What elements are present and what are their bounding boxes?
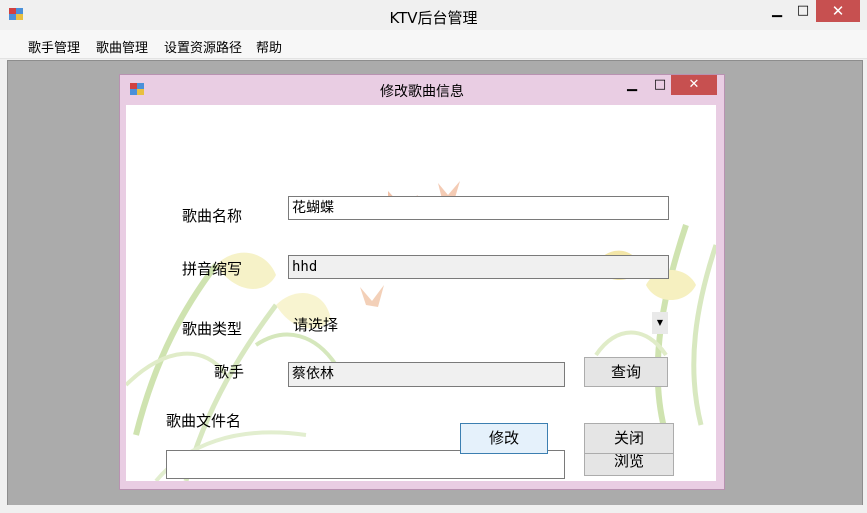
menu-help[interactable]: 帮助 bbox=[256, 37, 282, 56]
singer-input[interactable]: 蔡依林 bbox=[288, 362, 565, 387]
menu-resource-path[interactable]: 设置资源路径 bbox=[164, 37, 242, 56]
song-name-label: 歌曲名称 bbox=[182, 207, 243, 225]
pinyin-label: 拼音缩写 bbox=[182, 260, 243, 278]
chevron-down-icon[interactable]: ▼ bbox=[652, 312, 668, 334]
dialog-minimize-button[interactable]: ▁ bbox=[620, 75, 644, 95]
maximize-button[interactable]: □ bbox=[788, 0, 818, 22]
close-button[interactable]: ✕ bbox=[816, 0, 860, 22]
edit-song-dialog: 修改歌曲信息 ▁ □ ✕ 歌曲名称 花蝴蝶 拼音缩写 hhd 歌曲类型 请选择 … bbox=[119, 74, 725, 490]
song-type-select[interactable]: 请选择 bbox=[293, 314, 338, 335]
song-type-label: 歌曲类型 bbox=[182, 320, 243, 338]
status-strip bbox=[0, 505, 867, 513]
file-name-label: 歌曲文件名 bbox=[166, 412, 242, 430]
file-name-input[interactable] bbox=[166, 450, 565, 479]
menu-bar: 歌手管理 歌曲管理 设置资源路径 帮助 bbox=[0, 30, 867, 59]
main-window: KTV后台管理 ▁ □ ✕ 歌手管理 歌曲管理 设置资源路径 帮助 修改歌曲信息… bbox=[0, 0, 867, 513]
title-bar: KTV后台管理 ▁ □ ✕ bbox=[0, 0, 867, 30]
dialog-cancel-button[interactable]: 关闭 bbox=[584, 423, 674, 454]
singer-label: 歌手 bbox=[214, 363, 245, 381]
dialog-maximize-button[interactable]: □ bbox=[648, 75, 672, 95]
menu-singer-management[interactable]: 歌手管理 bbox=[28, 37, 80, 56]
query-button[interactable]: 查询 bbox=[584, 357, 668, 387]
modify-button[interactable]: 修改 bbox=[460, 423, 548, 454]
window-title: KTV后台管理 bbox=[389, 9, 478, 27]
dialog-close-button[interactable]: ✕ bbox=[671, 75, 717, 95]
pinyin-input[interactable]: hhd bbox=[288, 255, 669, 279]
menu-song-management[interactable]: 歌曲管理 bbox=[96, 37, 148, 56]
song-name-input[interactable]: 花蝴蝶 bbox=[288, 196, 669, 220]
